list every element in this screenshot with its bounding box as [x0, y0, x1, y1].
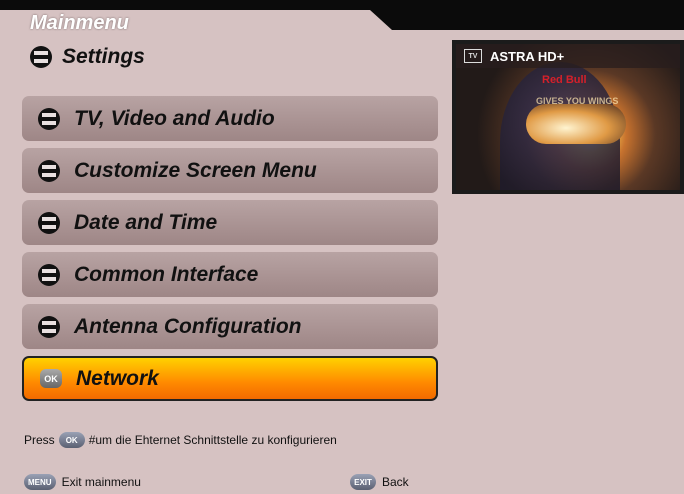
section-title-text: Settings — [62, 45, 145, 68]
exit-button-icon: EXIT — [350, 474, 376, 490]
menu-item-label: TV, Video and Audio — [74, 106, 275, 130]
page-title: Mainmenu — [30, 12, 129, 34]
menu-item-label: Antenna Configuration — [74, 314, 302, 338]
channel-bar: TV ASTRA HD+ — [456, 44, 680, 68]
menu-item-customize-screen-menu[interactable]: Customize Screen Menu — [22, 148, 438, 193]
hint-text: #um die Ehternet Schnittstelle zu konfig… — [88, 433, 337, 447]
menu-item-label: Customize Screen Menu — [74, 158, 317, 182]
section-title: Settings — [30, 45, 145, 69]
arrow-icon — [38, 107, 60, 130]
menu-button-icon: MENU — [24, 474, 56, 490]
tv-icon: TV — [464, 49, 482, 63]
hint-prefix: Press — [24, 433, 55, 447]
ok-button-icon: OK — [58, 432, 85, 448]
back-label: Back — [382, 475, 409, 489]
arrow-icon — [38, 263, 60, 286]
ok-icon: OK — [40, 369, 62, 388]
menu-item-label: Common Interface — [74, 262, 259, 286]
exit-mainmenu-action[interactable]: MENU Exit mainmenu — [24, 474, 141, 490]
menu-item-label: Network — [76, 366, 159, 390]
help-text: Press OK #um die Ehternet Schnittstelle … — [24, 432, 337, 448]
arrow-icon — [38, 315, 60, 338]
arrow-icon — [38, 211, 60, 234]
tv-preview: Red Bull GIVES YOU WINGS TV ASTRA HD+ — [456, 44, 680, 190]
menu-item-label: Date and Time — [74, 210, 218, 234]
arrow-icon — [30, 46, 52, 68]
settings-menu: TV, Video and Audio Customize Screen Men… — [22, 96, 438, 408]
menu-item-common-interface[interactable]: Common Interface — [22, 252, 438, 297]
sponsor-slogan: GIVES YOU WINGS — [536, 96, 619, 106]
channel-name: ASTRA HD+ — [490, 48, 565, 64]
sponsor-logo: Red Bull — [542, 74, 587, 86]
arrow-icon — [38, 159, 60, 182]
exit-label: Exit mainmenu — [61, 475, 141, 489]
menu-item-date-time[interactable]: Date and Time — [22, 200, 438, 245]
menu-item-antenna-configuration[interactable]: Antenna Configuration — [22, 304, 438, 349]
visor-shape — [526, 104, 626, 144]
menu-item-network[interactable]: OK Network — [22, 356, 438, 401]
back-action[interactable]: EXIT Back — [350, 474, 409, 490]
menu-item-tv-video-audio[interactable]: TV, Video and Audio — [22, 96, 438, 141]
menu-screen: Mainmenu Settings TV, Video and Audio Cu… — [0, 10, 684, 494]
